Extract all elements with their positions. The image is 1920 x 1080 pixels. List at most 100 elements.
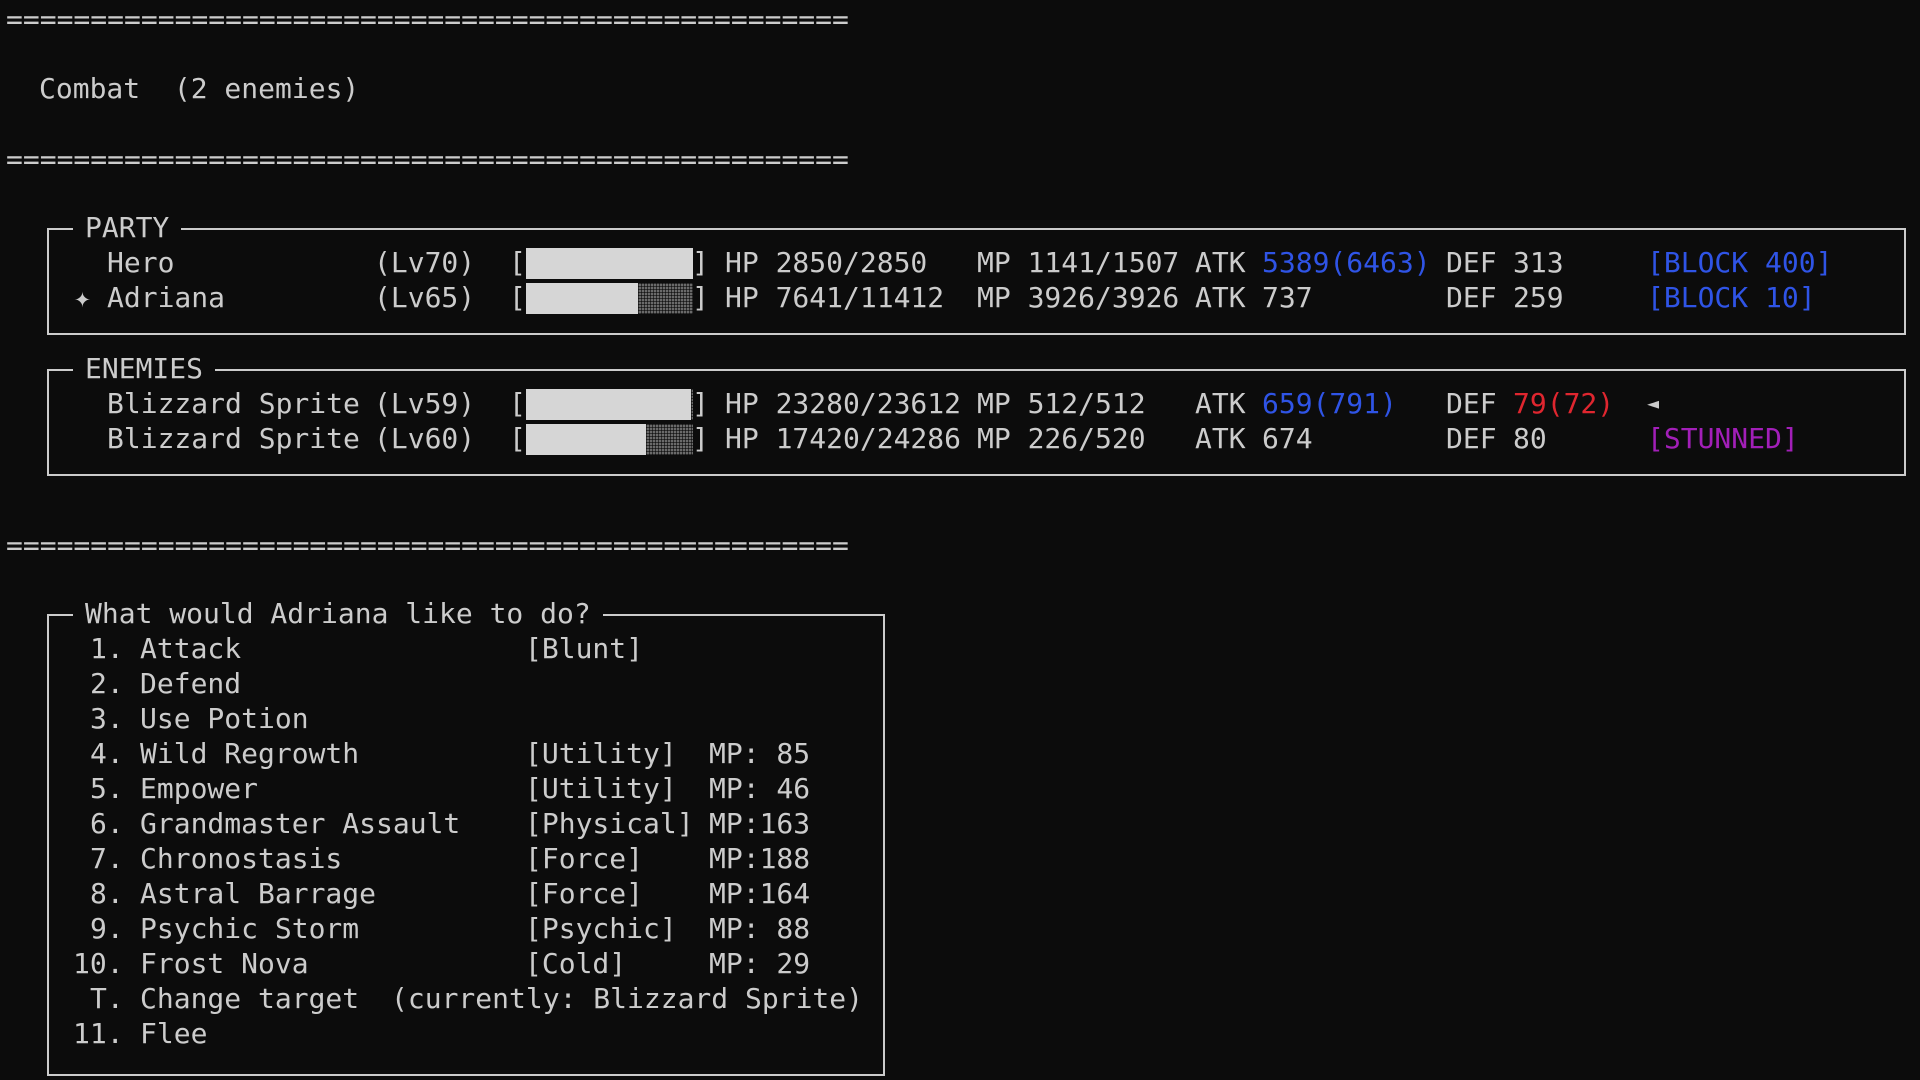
- menu-item-tag: [Force]: [525, 842, 644, 875]
- menu-item-wild-regrowth[interactable]: 4. Wild Regrowth [Utility] MP: 85: [49, 736, 883, 771]
- member-mp: MP 3926/3926: [977, 281, 1180, 314]
- current-target-text: (currently: Blizzard Sprite): [391, 982, 864, 1015]
- enemy-def-label: DEF: [1446, 387, 1497, 420]
- action-menu-panel: What would Adriana like to do? 1. Attack…: [47, 596, 885, 1076]
- menu-item-cost: MP:188: [709, 842, 811, 875]
- menu-item-tag: [Utility]: [525, 737, 677, 770]
- enemies-panel: ENEMIES Blizzard Sprite (Lv59) [ ] HP 23…: [47, 351, 1906, 476]
- combat-title: Combat (2 enemies): [39, 72, 360, 105]
- enemy-atk: 659(791): [1262, 387, 1397, 420]
- menu-item-psychic-storm[interactable]: 9. Psychic Storm [Psychic] MP: 88: [49, 911, 883, 946]
- menu-item-chronostasis[interactable]: 7. Chronostasis [Force] MP:188: [49, 841, 883, 876]
- hp-bar-open-bracket: [: [509, 387, 526, 420]
- menu-item-label: Chronostasis: [140, 842, 343, 875]
- member-def-label: DEF: [1446, 281, 1497, 314]
- menu-item-label: Use Potion: [140, 702, 309, 735]
- menu-item-label: Astral Barrage: [140, 877, 377, 910]
- active-member-marker: ✦: [74, 281, 91, 314]
- enemy-row[interactable]: Blizzard Sprite (Lv60) [ ] HP 17420/2428…: [49, 421, 1904, 456]
- member-atk: 5389(6463): [1262, 246, 1431, 279]
- menu-item-label: Change target: [140, 982, 360, 1015]
- menu-item-flee[interactable]: 11. Flee: [49, 1016, 883, 1051]
- menu-item-cost: MP: 88: [709, 912, 811, 945]
- party-member-row: ✦ Adriana (Lv65) [ ] HP 7641/11412 MP 39…: [49, 280, 1904, 315]
- enemy-mp: MP 226/520: [977, 422, 1146, 455]
- menu-item-tag: [Force]: [525, 877, 644, 910]
- party-member-row: Hero (Lv70) [ ] HP 2850/2850 MP 1141/150…: [49, 245, 1904, 280]
- action-menu-prompt: What would Adriana like to do?: [73, 596, 603, 631]
- member-level: (Lv65): [374, 281, 476, 314]
- member-hp: HP 7641/11412: [725, 281, 945, 314]
- enemy-def: 80: [1513, 422, 1547, 455]
- menu-item-key: 6.: [90, 807, 124, 840]
- menu-item-key: 9.: [90, 912, 124, 945]
- target-arrow-icon: ◄: [1647, 391, 1660, 415]
- menu-item-key: 5.: [90, 772, 124, 805]
- member-atk-label: ATK: [1195, 281, 1246, 314]
- menu-item-frost-nova[interactable]: 10. Frost Nova [Cold] MP: 29: [49, 946, 883, 981]
- menu-item-key: 7.: [90, 842, 124, 875]
- member-level: (Lv70): [374, 246, 476, 279]
- menu-item-empower[interactable]: 5. Empower [Utility] MP: 46: [49, 771, 883, 806]
- hp-bar: [526, 248, 693, 279]
- member-atk: 737: [1262, 281, 1313, 314]
- hp-bar-close-bracket: ]: [692, 422, 709, 455]
- member-atk-label: ATK: [1195, 246, 1246, 279]
- menu-item-use-potion[interactable]: 3. Use Potion: [49, 701, 883, 736]
- menu-item-attack[interactable]: 1. Attack [Blunt]: [49, 631, 883, 666]
- menu-item-label: Frost Nova: [140, 947, 309, 980]
- enemy-def: 79(72): [1513, 387, 1615, 420]
- menu-item-key: 8.: [90, 877, 124, 910]
- menu-item-cost: MP: 46: [709, 772, 811, 805]
- menu-item-grandmaster-assault[interactable]: 6. Grandmaster Assault [Physical] MP:163: [49, 806, 883, 841]
- member-def-label: DEF: [1446, 246, 1497, 279]
- member-name: Hero: [107, 246, 175, 279]
- enemy-hp: HP 17420/24286: [725, 422, 962, 455]
- menu-item-label: Wild Regrowth: [140, 737, 360, 770]
- menu-item-label: Flee: [140, 1017, 208, 1050]
- enemy-mp: MP 512/512: [977, 387, 1146, 420]
- menu-item-key: 2.: [90, 667, 124, 700]
- hp-bar-open-bracket: [: [509, 246, 526, 279]
- separator-top: ========================================…: [6, 3, 849, 36]
- menu-item-label: Psychic Storm: [140, 912, 360, 945]
- enemy-name: Blizzard Sprite: [107, 422, 360, 455]
- hp-bar-open-bracket: [: [509, 422, 526, 455]
- menu-item-cost: MP:164: [709, 877, 811, 910]
- member-status: [BLOCK 10]: [1647, 281, 1816, 314]
- menu-item-key: 1.: [90, 632, 124, 665]
- enemy-atk-label: ATK: [1195, 422, 1246, 455]
- menu-item-label: Empower: [140, 772, 259, 805]
- hp-bar-open-bracket: [: [509, 281, 526, 314]
- enemy-atk: 674: [1262, 422, 1313, 455]
- hp-bar: [526, 283, 693, 314]
- menu-item-cost: MP:163: [709, 807, 811, 840]
- enemy-level: (Lv59): [374, 387, 476, 420]
- enemy-row[interactable]: Blizzard Sprite (Lv59) [ ] HP 23280/2361…: [49, 386, 1904, 421]
- member-name: Adriana: [107, 281, 226, 314]
- enemy-atk-label: ATK: [1195, 387, 1246, 420]
- hp-bar: [526, 389, 693, 420]
- menu-item-change-target[interactable]: T. Change target (currently: Blizzard Sp…: [49, 981, 883, 1016]
- party-panel: PARTY Hero (Lv70) [ ] HP 2850/2850 MP 11…: [47, 210, 1906, 335]
- menu-item-key: 10.: [73, 947, 124, 980]
- member-status: [BLOCK 400]: [1647, 246, 1833, 279]
- separator-header: ========================================…: [6, 143, 849, 176]
- separator-middle: ========================================…: [6, 529, 849, 562]
- party-panel-title: PARTY: [73, 210, 182, 245]
- menu-item-key: T.: [90, 982, 124, 1015]
- menu-item-label: Attack: [140, 632, 242, 665]
- menu-item-label: Defend: [140, 667, 242, 700]
- menu-item-defend[interactable]: 2. Defend: [49, 666, 883, 701]
- menu-item-tag: [Cold]: [525, 947, 627, 980]
- enemy-name: Blizzard Sprite: [107, 387, 360, 420]
- menu-item-label: Grandmaster Assault: [140, 807, 461, 840]
- enemy-def-label: DEF: [1446, 422, 1497, 455]
- enemies-panel-title: ENEMIES: [73, 351, 216, 386]
- menu-item-tag: [Blunt]: [525, 632, 644, 665]
- menu-item-tag: [Psychic]: [525, 912, 677, 945]
- enemy-hp: HP 23280/23612: [725, 387, 962, 420]
- menu-item-astral-barrage[interactable]: 8. Astral Barrage [Force] MP:164: [49, 876, 883, 911]
- menu-item-tag: [Physical]: [525, 807, 694, 840]
- hp-bar-close-bracket: ]: [692, 246, 709, 279]
